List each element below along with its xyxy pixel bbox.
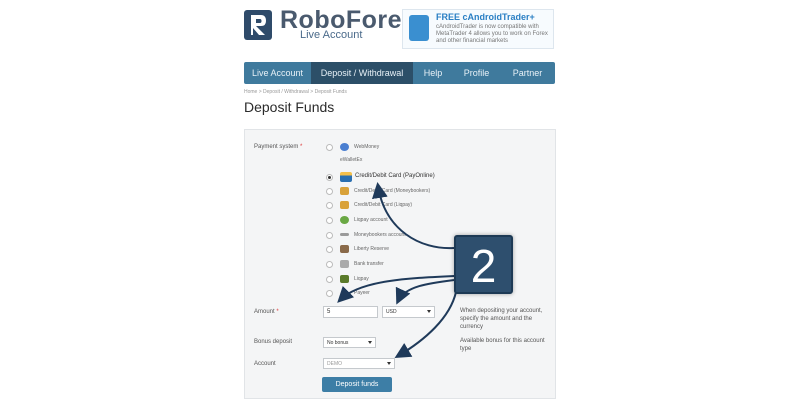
tutorial-arrows bbox=[337, 182, 457, 359]
arrow-to-account bbox=[394, 291, 457, 359]
step-number-badge: 2 bbox=[454, 235, 513, 294]
arrow-to-currency bbox=[395, 279, 455, 305]
arrow-to-payment-option bbox=[371, 182, 455, 250]
arrow-to-amount bbox=[337, 275, 455, 303]
